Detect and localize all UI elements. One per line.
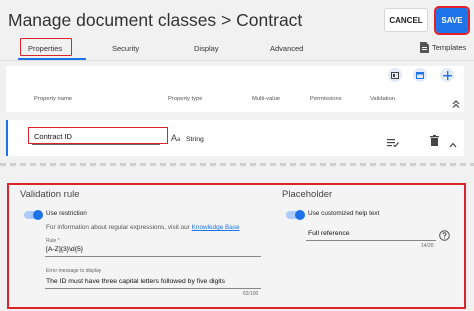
breadcrumb-current: Contract (236, 10, 303, 30)
rule-field-label: Rule * (46, 238, 60, 244)
column-header-property-name: Property name (34, 96, 73, 102)
property-name-underline (32, 144, 160, 145)
tab-security[interactable]: Security (112, 44, 139, 53)
page-title-text: Manage document classes (8, 10, 217, 30)
tab-divider (0, 60, 474, 61)
templates-label: Templates (432, 43, 467, 52)
error-message-counter: 62/100 (243, 291, 259, 297)
placeholder-counter: 14/20 (421, 243, 434, 249)
double-chevron-up-icon (452, 100, 460, 108)
collapse-all-button[interactable] (452, 95, 460, 113)
delete-property-button[interactable] (430, 133, 439, 151)
document-icon (420, 42, 429, 53)
validation-toggle-button[interactable] (387, 134, 399, 152)
import-icon (391, 71, 399, 79)
placeholder-input[interactable]: Full reference (308, 230, 350, 237)
column-header-multi-value: Multi-value (252, 96, 281, 102)
save-button[interactable]: SAVE (434, 6, 470, 35)
error-message-label: Error message to display (46, 268, 102, 274)
import-property-button[interactable] (388, 68, 402, 82)
column-header-property-type: Property type (168, 96, 203, 102)
rule-input[interactable]: [A-Z]{3}\d{5} (46, 246, 83, 253)
error-message-input[interactable]: The ID must have three capital letters f… (46, 278, 225, 285)
property-name-input[interactable]: Contract ID (34, 132, 72, 141)
help-circle-icon (439, 230, 450, 241)
regex-info-text: For information about regular expression… (46, 224, 240, 231)
trash-icon (430, 135, 439, 146)
cancel-button[interactable]: CANCEL (384, 8, 428, 32)
tab-advanced[interactable]: Advanced (270, 44, 303, 53)
column-header-permissions: Permissions (310, 96, 342, 102)
knowledge-base-link[interactable]: Knowledge Base (192, 224, 240, 231)
error-message-underline (45, 288, 261, 289)
help-button[interactable] (439, 228, 450, 246)
collapse-row-button[interactable] (449, 135, 457, 153)
use-restriction-label: Use restriction (46, 210, 87, 217)
table-add-icon (416, 71, 424, 79)
tab-display[interactable]: Display (194, 44, 219, 53)
tab-properties[interactable]: Properties (28, 44, 62, 53)
customized-help-toggle[interactable] (286, 209, 306, 221)
regex-info-prefix: For information about regular expression… (46, 224, 190, 231)
list-check-icon (387, 139, 399, 148)
chevron-up-icon (449, 142, 457, 148)
customized-help-label: Use customized help text (308, 210, 380, 217)
use-restriction-toggle[interactable] (24, 209, 44, 221)
property-type-value[interactable]: String (186, 136, 204, 143)
page-title: Manage document classes > Contract (8, 10, 302, 31)
toggle-knob (33, 210, 43, 220)
rule-input-underline (45, 256, 261, 257)
torn-edge-divider (0, 163, 474, 166)
validation-rule-title: Validation rule (20, 189, 80, 200)
templates-button[interactable]: Templates (420, 42, 466, 53)
add-property-button[interactable] (440, 68, 454, 82)
column-header-validation: Validation (370, 96, 396, 102)
placeholder-underline (306, 240, 436, 241)
placeholder-title: Placeholder (282, 189, 333, 200)
plus-icon (442, 70, 452, 80)
add-from-template-button[interactable] (413, 68, 427, 82)
text-type-icon: Aa (171, 133, 181, 143)
breadcrumb-separator: > (221, 10, 232, 30)
toggle-knob (295, 210, 305, 220)
